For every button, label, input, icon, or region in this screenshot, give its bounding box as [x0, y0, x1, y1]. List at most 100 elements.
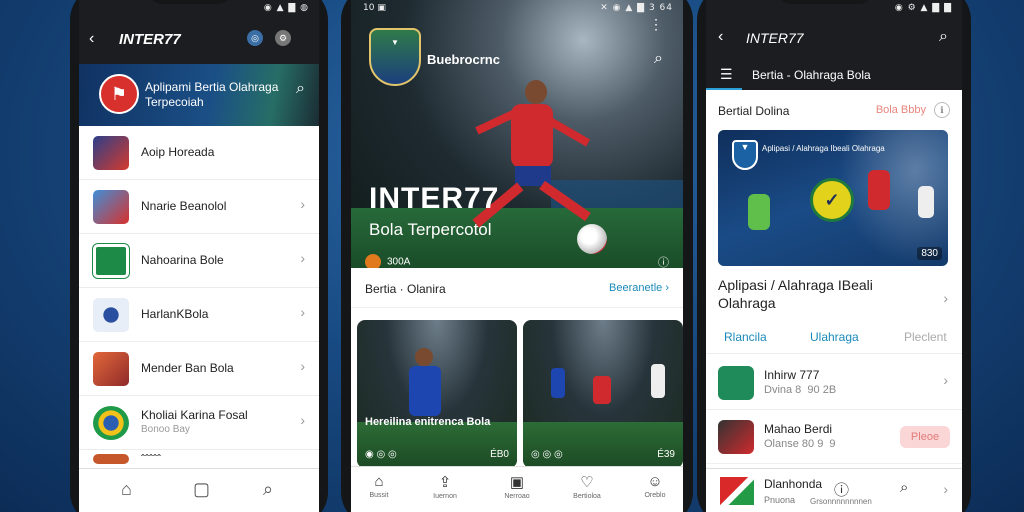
- back-arrow-icon[interactable]: ‹: [89, 30, 94, 48]
- list-item-label: Nahoarina Bole: [141, 253, 224, 267]
- bottom-link[interactable]: Grsonnnnnnnnen: [810, 497, 872, 506]
- list-item-sub: Dvina 8 90 2B: [764, 384, 837, 396]
- hero-meta: 300A: [365, 254, 410, 268]
- square-icon[interactable]: ▢: [193, 479, 210, 500]
- hero-banner[interactable]: 10 ▣ ✕ ◉ ▲ ▇ 3 64 ▼ Buebrocrnc ⋮ ⌕ INTER…: [351, 0, 683, 268]
- promo-banner[interactable]: ⚑ Aplipami Bertia Olahraga Terpecoiah ⌕: [79, 64, 319, 126]
- hero-subtitle: Bola Terpercotol: [369, 220, 492, 239]
- home-icon[interactable]: ⌂: [121, 479, 132, 500]
- list-item[interactable]: Kholiai Karina Fosal Bonoo Bay ›: [79, 396, 319, 450]
- list-item[interactable]: HarlanKBola ›: [79, 288, 319, 342]
- tab[interactable]: Ulahraga: [810, 330, 859, 344]
- list-item[interactable]: Nahoarina Bole ›: [79, 234, 319, 288]
- phone-right-screen: ◉ ⚙ ▲ ▇ ▇ ‹ INTER77 ⌕ ☰ Bertia - Olahrag…: [706, 0, 962, 512]
- app-bar: ‹ INTER77 ◎ ⚙: [79, 18, 319, 64]
- action-button[interactable]: Pleoe: [900, 426, 950, 448]
- football-icon: [577, 224, 607, 254]
- profile-icon: ☺: [647, 473, 663, 490]
- search-icon[interactable]: ⌕: [900, 479, 908, 496]
- section-header: Bertia · Olanira Beeranetle ›: [351, 268, 683, 308]
- chevron-right-icon: ›: [943, 481, 948, 497]
- section-link[interactable]: Bola Bbby: [876, 104, 926, 116]
- bottom-nav: ⌂ ▢ ⌕: [79, 468, 319, 512]
- bottom-subtitle: Pnuona: [764, 495, 796, 505]
- status-time: 10 ▣: [363, 3, 386, 13]
- search-icon[interactable]: ⌕: [263, 479, 273, 500]
- club-crest-icon: [718, 366, 754, 400]
- shield-icon: [93, 352, 129, 386]
- section-title: Bertia · Olanira: [365, 282, 446, 296]
- globe-icon[interactable]: ◎: [247, 30, 263, 46]
- player-illustration: [868, 170, 890, 210]
- list-item[interactable]: Mender Ban Bola ›: [79, 342, 319, 396]
- info-icon[interactable]: ℹ: [934, 102, 950, 118]
- more-options-icon[interactable]: ⋮: [649, 16, 663, 33]
- list-item-title: Mahao Berdi: [764, 422, 833, 436]
- search-icon[interactable]: ⌕: [296, 80, 305, 98]
- nav-share[interactable]: ⇪ Iuernon: [417, 473, 473, 500]
- featured-image[interactable]: ▼ Aplipasi / Alahraga Ibeali Olahraga ✓ …: [718, 130, 948, 266]
- league-logo-icon: ✓: [810, 178, 854, 222]
- pitch: [357, 422, 517, 468]
- article-title-line: Olahraga: [718, 295, 776, 311]
- nav-label: Iuernon: [433, 493, 457, 500]
- list-item-sub: Olanse 80 9 9: [764, 438, 836, 450]
- club-crest-icon: ▼: [732, 140, 758, 170]
- see-all-link[interactable]: Beeranetle ›: [609, 282, 669, 294]
- back-arrow-icon[interactable]: ‹: [718, 28, 723, 46]
- camera-notch: [148, 0, 232, 4]
- search-icon[interactable]: ⌕: [654, 50, 663, 68]
- app-title: INTER77: [119, 31, 181, 48]
- article-title[interactable]: Aplipasi / Alahraga IBeali Olahraga: [718, 276, 918, 312]
- phone-right: ◉ ⚙ ▲ ▇ ▇ ‹ INTER77 ⌕ ☰ Bertia - Olahrag…: [697, 0, 971, 512]
- news-card[interactable]: ◎ ◎ ◎ É39: [523, 320, 683, 468]
- list-item[interactable]: ˆˆˆˆˆ: [79, 450, 319, 470]
- list-item-label: Kholiai Karina Fosal: [141, 408, 248, 422]
- tab[interactable]: Pleclent: [904, 330, 947, 344]
- phone-center-screen: 10 ▣ ✕ ◉ ▲ ▇ 3 64 ▼ Buebrocrnc ⋮ ⌕ INTER…: [351, 0, 683, 512]
- player-illustration: [918, 186, 934, 218]
- list-item-title: Inhirw 777: [764, 368, 820, 382]
- status-icons: ◉ ⚙ ▲ ▇ ▇: [894, 3, 952, 13]
- chevron-right-icon: ›: [943, 372, 948, 388]
- nav-profile[interactable]: ☺ Oreblo: [627, 473, 683, 499]
- card-caption: Hereilina enitrenca Bola: [365, 416, 491, 428]
- card-count: É39: [657, 449, 675, 460]
- nav-home[interactable]: ⌂ Bussit: [351, 473, 407, 499]
- status-icons: ◉ ▲ ▇ ◍: [263, 3, 309, 13]
- club-crest-icon: ▼: [369, 28, 421, 86]
- tab-active[interactable]: Rlancila: [724, 330, 767, 344]
- club-crest-icon: [93, 454, 129, 464]
- menu-icon[interactable]: ☰: [720, 66, 733, 83]
- heart-icon: ♡: [580, 474, 594, 491]
- nav-label: Bertioloa: [573, 493, 601, 500]
- card-meta: ◎ ◎ ◎: [531, 449, 563, 460]
- news-card[interactable]: Hereilina enitrenca Bola ◉ ◎ ◎ ÉB0: [357, 320, 517, 468]
- camera-notch: [777, 0, 873, 4]
- search-icon[interactable]: ⌕: [939, 28, 948, 46]
- chevron-right-icon: ›: [300, 358, 305, 374]
- chevron-right-icon: ›: [300, 412, 305, 428]
- player-thumb-icon: [93, 190, 129, 224]
- bottom-nav: ⌂ Bussit ⇪ Iuernon ▣ Nerroao ♡ Bertioloa ☺ Or…: [351, 466, 683, 512]
- chevron-right-icon: ›: [300, 196, 305, 212]
- nav-news[interactable]: ▣ Nerroao: [489, 473, 545, 500]
- app-bar: ‹ INTER77 ⌕: [706, 18, 962, 60]
- section-header: Bertial Dolina Bola Bbby ℹ: [706, 96, 962, 124]
- club-crest-icon: [93, 136, 129, 170]
- sub-header: ☰ Bertia - Olahraga Bola: [706, 60, 962, 90]
- bottom-bar: Dlanhonda Pnuona ⓘ Grsonnnnnnnnen ⌕ ›: [706, 468, 962, 512]
- sub-header-title: Bertia - Olahraga Bola: [752, 68, 871, 82]
- info-icon[interactable]: ⓘ: [658, 254, 669, 268]
- list-item[interactable]: Aoip Horeada: [79, 126, 319, 180]
- player-thumb-icon: [718, 420, 754, 454]
- brand-logo-icon: ⚑: [99, 74, 139, 114]
- list-item[interactable]: Mahao Berdi Olanse 80 9 9 Pleoe: [706, 410, 962, 464]
- list-item[interactable]: Inhirw 777 Dvina 8 90 2B ›: [706, 356, 962, 410]
- list-item[interactable]: Nnarie Beanolol ›: [79, 180, 319, 234]
- settings-icon[interactable]: ⚙: [275, 30, 291, 46]
- flag-icon: [720, 477, 754, 505]
- list-item-label: ˆˆˆˆˆ: [141, 452, 161, 466]
- status-bar: 10 ▣ ✕ ◉ ▲ ▇ 3 64: [351, 0, 683, 18]
- nav-favorites[interactable]: ♡ Bertioloa: [559, 473, 615, 500]
